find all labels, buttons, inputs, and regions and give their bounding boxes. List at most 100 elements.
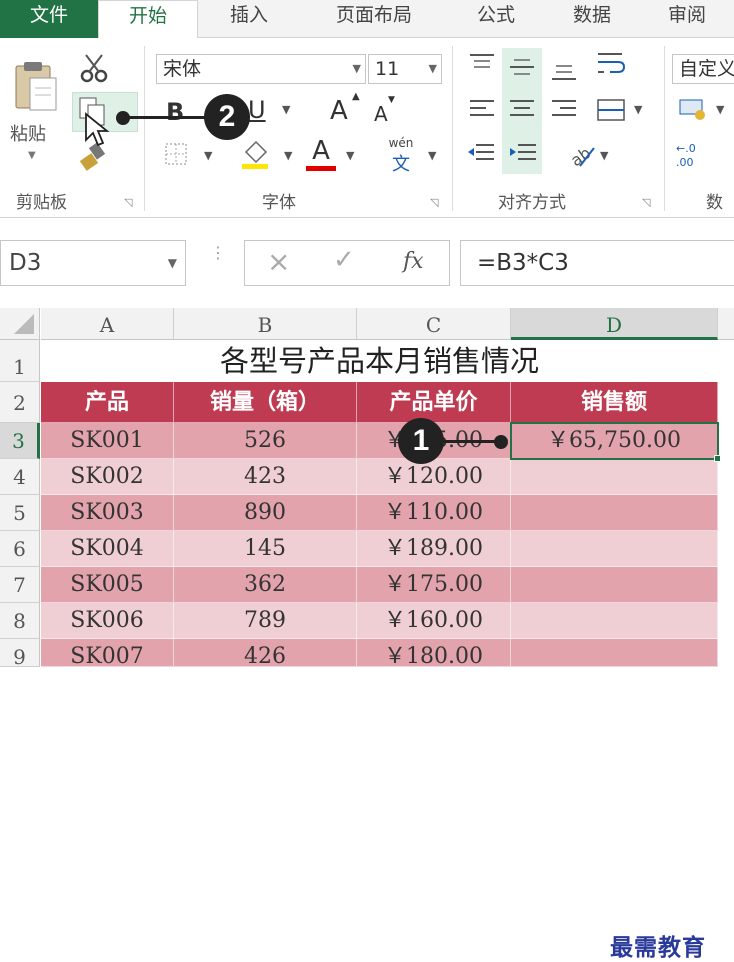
watermark: 最需教育 [610, 934, 706, 961]
grow-arrow-icon: ▲ [352, 91, 360, 102]
table-cell[interactable]: ￥120.00 [357, 459, 511, 495]
align-top-icon[interactable] [468, 52, 496, 76]
row-header-2[interactable]: 2 [0, 382, 40, 423]
fill-color-dropdown-icon[interactable]: ▼ [284, 150, 292, 161]
cut-icon[interactable] [78, 52, 110, 84]
font-launcher-icon[interactable]: ◹ [430, 196, 438, 209]
header-cell-quantity[interactable]: 销量（箱） [174, 382, 357, 423]
decrease-indent-icon[interactable] [466, 142, 496, 166]
header-cell-unit-price[interactable]: 产品单价 [357, 382, 511, 423]
tab-formulas[interactable]: 公式 [448, 0, 544, 38]
phonetic-button[interactable]: wén 文 [384, 136, 418, 175]
table-cell[interactable]: 789 [174, 603, 357, 639]
table-cell[interactable]: SK003 [41, 495, 174, 531]
align-right-icon[interactable] [550, 98, 578, 122]
table-cell[interactable]: ￥110.00 [357, 495, 511, 531]
column-header-e[interactable] [718, 308, 734, 340]
table-cell[interactable]: 526 [174, 423, 357, 459]
table-cell[interactable] [511, 603, 718, 639]
formula-input[interactable]: =B3*C3 [460, 240, 734, 286]
clipboard-launcher-icon[interactable]: ◹ [124, 196, 132, 209]
row-header-9[interactable]: 9 [0, 639, 40, 669]
row-header-1[interactable]: 1 [0, 340, 40, 382]
font-name-select[interactable]: 宋体 ▼ [156, 54, 366, 84]
tab-insert[interactable]: 插入 [198, 0, 300, 38]
table-cell[interactable]: SK002 [41, 459, 174, 495]
row-header-7[interactable]: 7 [0, 567, 40, 603]
borders-dropdown-icon[interactable]: ▼ [204, 150, 212, 161]
alignment-launcher-icon[interactable]: ◹ [642, 196, 650, 209]
tab-data[interactable]: 数据 [544, 0, 640, 38]
column-header-b[interactable]: B [174, 308, 357, 340]
column-header-c[interactable]: C [357, 308, 511, 340]
orientation-icon[interactable]: ab [566, 140, 596, 168]
increase-decimal-button[interactable]: ←.0 .00 [676, 142, 716, 170]
underline-button[interactable]: U [248, 98, 266, 122]
row-header-8[interactable]: 8 [0, 603, 40, 639]
row-header-6[interactable]: 6 [0, 531, 40, 567]
select-all-corner[interactable] [0, 308, 40, 340]
header-cell-product[interactable]: 产品 [41, 382, 174, 423]
table-cell[interactable]: SK006 [41, 603, 174, 639]
row-header-3[interactable]: 3 [0, 423, 40, 459]
align-left-icon[interactable] [468, 98, 496, 122]
table-cell[interactable]: ￥160.00 [357, 603, 511, 639]
shrink-font-button[interactable]: A [374, 104, 388, 124]
table-cell[interactable] [511, 459, 718, 495]
align-middle-icon[interactable] [508, 56, 536, 80]
table-cell[interactable] [511, 495, 718, 531]
font-color-dropdown-icon[interactable]: ▼ [346, 150, 354, 161]
cancel-button[interactable]: × [267, 245, 290, 278]
sheet-title[interactable]: 各型号产品本月销售情况 [41, 341, 718, 382]
name-box[interactable]: D3 ▼ [0, 240, 186, 286]
header-cell-sales[interactable]: 销售额 [511, 382, 718, 423]
merge-dropdown-icon[interactable]: ▼ [634, 104, 642, 115]
tab-review[interactable]: 审阅 [640, 0, 734, 38]
column-header-a[interactable]: A [41, 308, 174, 340]
column-header-d[interactable]: D [511, 308, 718, 340]
orientation-dropdown-icon[interactable]: ▼ [600, 150, 608, 161]
table-cell[interactable]: SK005 [41, 567, 174, 603]
fill-handle[interactable] [714, 455, 721, 462]
table-cell[interactable]: SK004 [41, 531, 174, 567]
enter-button[interactable]: ✓ [333, 245, 355, 275]
wrap-text-icon[interactable] [596, 50, 626, 78]
row-header-4[interactable]: 4 [0, 459, 40, 495]
table-cell[interactable]: 362 [174, 567, 357, 603]
table-cell[interactable]: SK001 [41, 423, 174, 459]
grow-font-button[interactable]: A [330, 98, 348, 124]
accounting-format-icon[interactable] [678, 96, 708, 122]
tab-page-layout[interactable]: 页面布局 [300, 0, 448, 38]
table-cell[interactable]: 145 [174, 531, 357, 567]
paste-button[interactable]: 粘贴 ▼ [6, 58, 66, 178]
underline-dropdown-icon[interactable]: ▼ [282, 104, 290, 115]
align-center-icon[interactable] [508, 98, 536, 122]
merge-center-icon[interactable] [596, 96, 626, 124]
borders-icon[interactable] [164, 142, 190, 168]
align-bottom-icon[interactable] [550, 60, 578, 84]
fill-color-icon[interactable] [240, 136, 270, 170]
table-cell[interactable] [511, 567, 718, 603]
number-format-select[interactable]: 自定义 [672, 54, 734, 84]
table-cell[interactable] [511, 531, 718, 567]
increase-indent-icon[interactable] [508, 142, 538, 166]
table-cell[interactable]: 423 [174, 459, 357, 495]
font-size-select[interactable]: 11 ▼ [368, 54, 442, 84]
bold-button[interactable]: B [166, 100, 184, 124]
table-cell[interactable]: ￥189.00 [357, 531, 511, 567]
row-header-5[interactable]: 5 [0, 495, 40, 531]
font-color-button[interactable]: A [306, 138, 336, 172]
phonetic-dropdown-icon[interactable]: ▼ [428, 150, 436, 161]
insert-function-button[interactable]: fx [403, 249, 424, 274]
tab-file[interactable]: 文件 [0, 0, 98, 38]
table-cell[interactable]: 890 [174, 495, 357, 531]
alignment-group-label: 对齐方式 [498, 193, 566, 213]
formula-bar-grip-icon[interactable]: ⋮ [210, 245, 226, 261]
tab-home[interactable]: 开始 [98, 0, 198, 40]
table-cell[interactable]: ￥175.00 [357, 567, 511, 603]
table-cell[interactable]: ￥180.00 [357, 639, 511, 667]
table-cell[interactable]: 426 [174, 639, 357, 667]
table-cell[interactable]: SK007 [41, 639, 174, 667]
accounting-dropdown-icon[interactable]: ▼ [716, 104, 724, 115]
table-cell[interactable] [511, 639, 718, 667]
